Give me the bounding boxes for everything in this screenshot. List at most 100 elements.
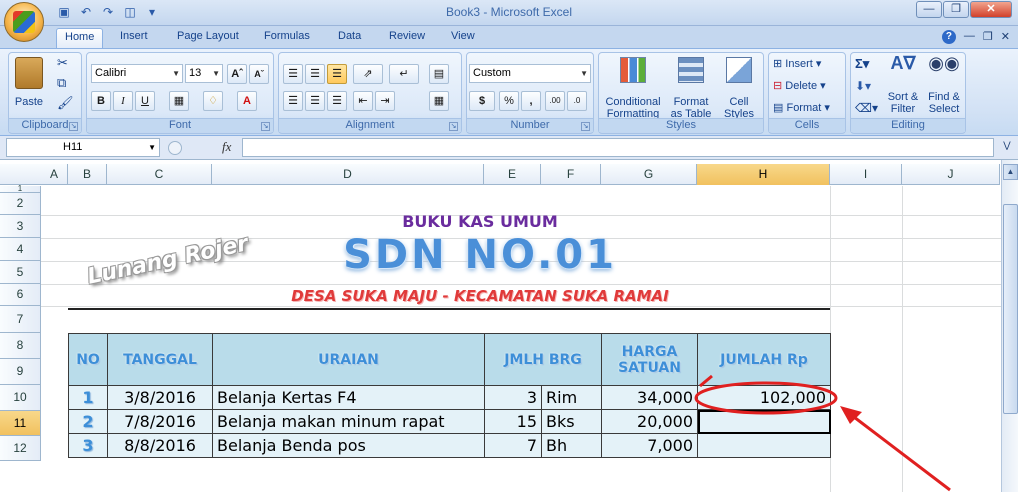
- cell-uraian[interactable]: Belanja makan minum rapat: [212, 409, 485, 434]
- cell-qty[interactable]: 15: [484, 409, 542, 434]
- row-header-3[interactable]: 3: [0, 215, 41, 238]
- cell-harga[interactable]: 7,000: [601, 433, 698, 458]
- column-header-j[interactable]: J: [902, 164, 1000, 185]
- percent-icon[interactable]: %: [499, 91, 519, 111]
- column-header-b[interactable]: B: [68, 164, 107, 185]
- fill-color-icon[interactable]: ♢: [203, 91, 223, 111]
- ribbon-restore-icon[interactable]: ❐: [983, 30, 993, 44]
- cell-uraian[interactable]: Belanja Benda pos: [212, 433, 485, 458]
- fill-icon[interactable]: ⬇▾: [855, 80, 871, 92]
- cell-tanggal[interactable]: 8/8/2016: [107, 433, 213, 458]
- underline-button[interactable]: U: [135, 91, 155, 111]
- tab-view[interactable]: View: [451, 30, 475, 48]
- find-select-button[interactable]: ◉◉ Find & Select: [923, 54, 965, 115]
- decrease-decimal-icon[interactable]: .0: [567, 91, 587, 111]
- cell-tanggal[interactable]: 7/8/2016: [107, 409, 213, 434]
- number-format-combo[interactable]: Custom ▼: [469, 64, 591, 83]
- clipboard-launcher-icon[interactable]: ↘: [69, 122, 78, 131]
- increase-indent-icon[interactable]: ⇥: [375, 91, 395, 111]
- row-header-12[interactable]: 12: [0, 436, 41, 461]
- delete-cells-button[interactable]: ⊟ Delete ▾: [773, 80, 826, 92]
- column-header-i[interactable]: I: [830, 164, 902, 185]
- tab-home[interactable]: Home: [56, 28, 104, 48]
- font-color-icon[interactable]: A: [237, 91, 257, 111]
- paste-button[interactable]: Paste: [13, 57, 45, 113]
- clear-icon[interactable]: ⌫▾: [855, 102, 878, 114]
- row-header-5[interactable]: 5: [0, 261, 41, 284]
- bold-button[interactable]: B: [91, 91, 111, 111]
- column-header-c[interactable]: C: [107, 164, 212, 185]
- row-header-1[interactable]: 1: [0, 185, 41, 193]
- autosum-icon[interactable]: Σ▾: [855, 57, 869, 70]
- align-left-icon[interactable]: ☰: [283, 91, 303, 111]
- tab-formulas[interactable]: Formulas: [264, 30, 310, 48]
- selected-cell-h11[interactable]: [697, 409, 831, 434]
- copy-icon[interactable]: ⧉: [57, 76, 66, 89]
- currency-icon[interactable]: $: [469, 91, 495, 111]
- cell-styles-button[interactable]: Cell Styles: [717, 57, 761, 120]
- align-right-icon[interactable]: ☰: [327, 91, 347, 111]
- cell-harga[interactable]: 20,000: [601, 409, 698, 434]
- wrap-text-icon[interactable]: ↵: [389, 64, 419, 84]
- shrink-font-icon[interactable]: Aˇ: [249, 64, 269, 84]
- office-button[interactable]: [4, 2, 44, 42]
- increase-decimal-icon[interactable]: .00: [545, 91, 565, 111]
- tab-data[interactable]: Data: [338, 30, 361, 48]
- expand-formula-bar-icon[interactable]: ⋁: [1000, 140, 1014, 155]
- cell-qty[interactable]: 3: [484, 385, 542, 410]
- row-header-8[interactable]: 8: [0, 333, 41, 359]
- tab-review[interactable]: Review: [389, 30, 425, 48]
- row-header-7[interactable]: 7: [0, 306, 41, 333]
- alignment-launcher-icon[interactable]: ↘: [449, 122, 458, 131]
- format-cells-button[interactable]: ▤ Format ▾: [773, 102, 830, 114]
- cell-jumlah[interactable]: [697, 433, 831, 458]
- cut-icon[interactable]: ✂: [57, 56, 68, 69]
- orientation-icon[interactable]: ⇗: [353, 64, 383, 84]
- ribbon-close-icon[interactable]: ✕: [1001, 30, 1010, 44]
- font-size-combo[interactable]: 13 ▼: [185, 64, 223, 83]
- row-header-11[interactable]: 11: [0, 411, 41, 436]
- font-name-combo[interactable]: Calibri ▼: [91, 64, 183, 83]
- grow-font-icon[interactable]: Aˆ: [227, 64, 247, 84]
- minimize-button[interactable]: —: [916, 1, 942, 18]
- comma-style-icon[interactable]: ,: [521, 91, 541, 111]
- row-header-9[interactable]: 9: [0, 359, 41, 385]
- wrap-icon[interactable]: ▤: [429, 64, 449, 84]
- cell-no[interactable]: 2: [68, 409, 108, 434]
- conditional-formatting-button[interactable]: Conditional Formatting: [601, 57, 665, 120]
- cell-unit[interactable]: Bh: [541, 433, 602, 458]
- column-header-h[interactable]: H: [697, 164, 830, 185]
- column-header-d[interactable]: D: [212, 164, 484, 185]
- insert-function-icon[interactable]: fx: [222, 139, 231, 155]
- cell-jumlah[interactable]: 102,000: [697, 385, 831, 410]
- align-middle-icon[interactable]: ☰: [305, 64, 325, 84]
- insert-cells-button[interactable]: ⊞ Insert ▾: [773, 58, 821, 70]
- formula-cancel-icon[interactable]: [168, 141, 182, 155]
- row-header-4[interactable]: 4: [0, 238, 41, 261]
- cell-uraian[interactable]: Belanja Kertas F4: [212, 385, 485, 410]
- column-header-a[interactable]: A: [41, 164, 68, 185]
- format-painter-icon[interactable]: 🖌: [57, 96, 74, 109]
- help-icon[interactable]: ?: [941, 30, 956, 44]
- align-center-icon[interactable]: ☰: [305, 91, 325, 111]
- scroll-up-icon[interactable]: ▲: [1003, 164, 1018, 180]
- italic-button[interactable]: I: [113, 91, 133, 111]
- sort-filter-button[interactable]: A∇ Sort & Filter: [883, 54, 923, 115]
- maximize-button[interactable]: ❐: [943, 1, 969, 18]
- vertical-scrollbar[interactable]: ▲: [1001, 160, 1018, 492]
- font-launcher-icon[interactable]: ↘: [261, 122, 270, 131]
- align-top-icon[interactable]: ☰: [283, 64, 303, 84]
- borders-icon[interactable]: ▦: [169, 91, 189, 111]
- cell-tanggal[interactable]: 3/8/2016: [107, 385, 213, 410]
- number-launcher-icon[interactable]: ↘: [581, 122, 590, 131]
- row-header-10[interactable]: 10: [0, 385, 41, 411]
- cell-qty[interactable]: 7: [484, 433, 542, 458]
- tab-insert[interactable]: Insert: [120, 30, 148, 48]
- formula-input[interactable]: [242, 138, 994, 157]
- cell-unit[interactable]: Rim: [541, 385, 602, 410]
- cell-no[interactable]: 3: [68, 433, 108, 458]
- column-header-e[interactable]: E: [484, 164, 541, 185]
- decrease-indent-icon[interactable]: ⇤: [353, 91, 373, 111]
- merge-center-icon[interactable]: ▦: [429, 91, 449, 111]
- row-header-2[interactable]: 2: [0, 193, 41, 215]
